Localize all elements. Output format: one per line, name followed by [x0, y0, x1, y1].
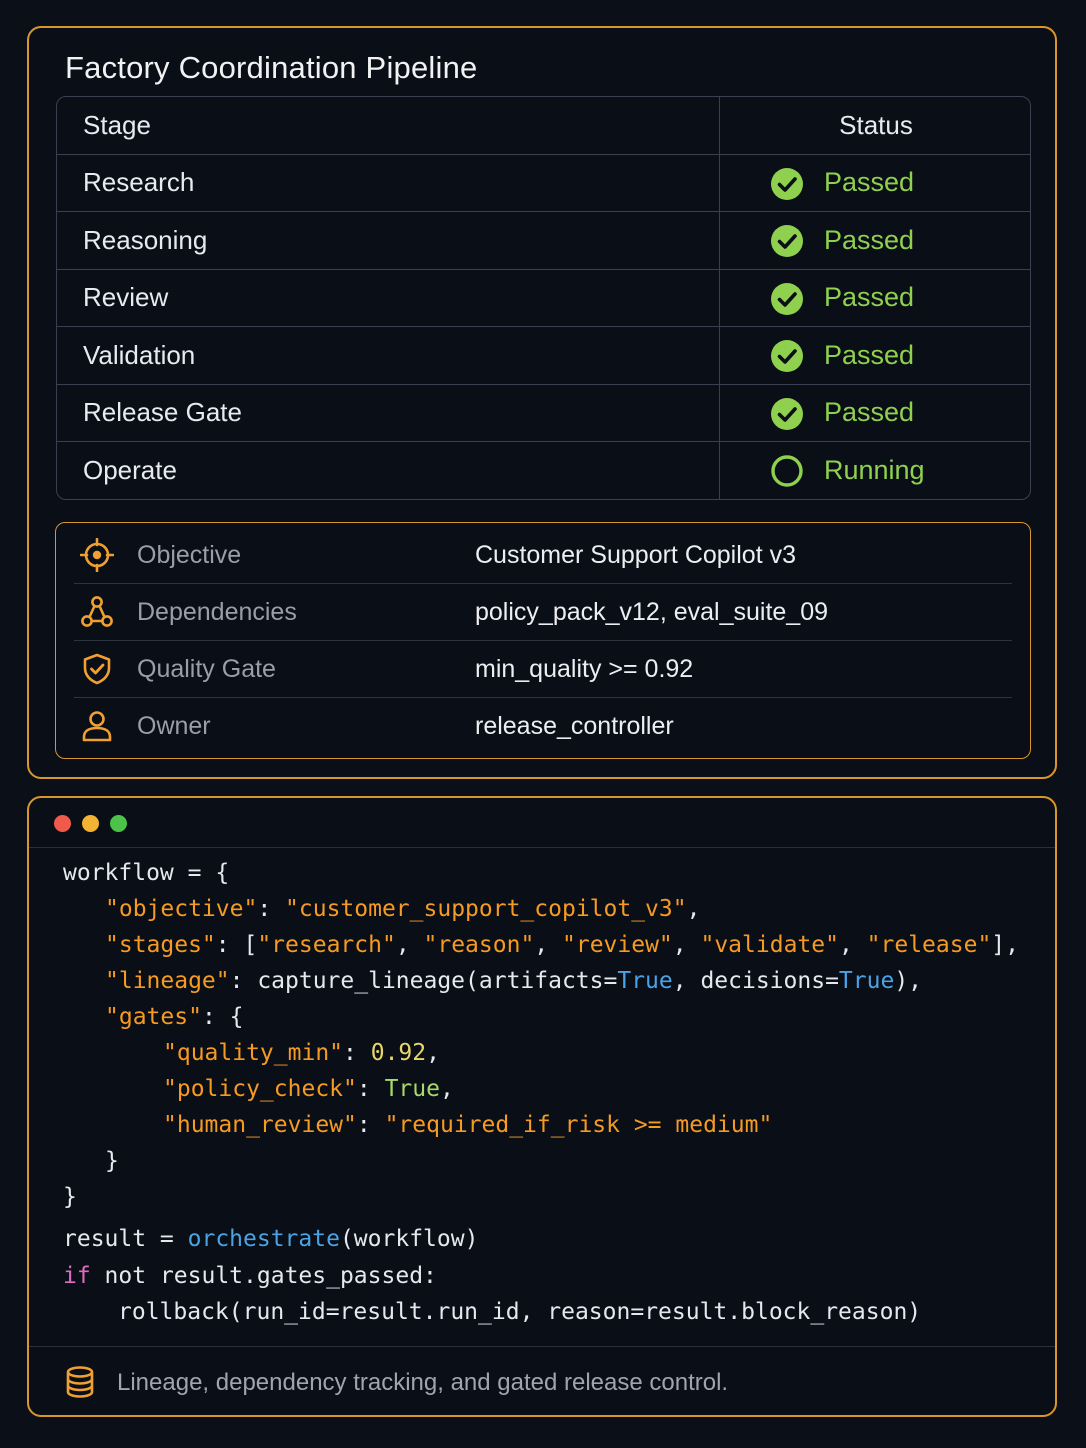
code-line: } — [63, 1184, 77, 1210]
code-line: "human_review": "required_if_risk >= med… — [163, 1112, 773, 1138]
stage-name: Release Gate — [83, 397, 242, 428]
stage-name: Review — [83, 282, 169, 313]
code-line: "quality_min": 0.92, — [163, 1040, 440, 1066]
status-badge: Passed — [824, 339, 915, 370]
check-circle-icon — [771, 282, 803, 315]
stages-table: Stage Status Research Passed Reasoning P… — [56, 96, 1031, 500]
detail-value: policy_pack_v12, eval_suite_09 — [475, 597, 829, 626]
stage-name: Research — [83, 167, 195, 198]
close-window-button[interactable] — [54, 815, 71, 832]
code-line: "stages": ["research", "reason", "review… — [105, 932, 1019, 958]
table-row[interactable]: Review Passed — [57, 269, 1030, 327]
workflow-details: Objective Customer Support Copilot v3 De… — [55, 522, 1031, 759]
stage-name: Reasoning — [83, 224, 208, 255]
detail-label: Dependencies — [137, 597, 297, 626]
database-icon — [66, 1366, 94, 1398]
target-icon — [80, 538, 114, 572]
code-line: } — [105, 1148, 119, 1174]
detail-row-objective: Objective Customer Support Copilot v3 — [74, 527, 1012, 584]
table-row[interactable]: Operate Running — [57, 442, 1030, 499]
table-row[interactable]: Validation Passed — [57, 327, 1030, 385]
status-badge: Passed — [824, 224, 915, 255]
dependencies-icon — [81, 596, 113, 627]
page-title: Factory Coordination Pipeline — [65, 50, 478, 85]
stage-name: Operate — [83, 455, 177, 486]
check-circle-icon — [771, 397, 803, 430]
code-line: "gates": { — [105, 1004, 244, 1030]
detail-label: Quality Gate — [137, 654, 276, 683]
code-line: if not result.gates_passed: — [63, 1263, 437, 1289]
detail-value: release_controller — [475, 712, 674, 740]
footer-caption: Lineage, dependency tracking, and gated … — [117, 1369, 729, 1396]
check-circle-icon — [771, 225, 803, 257]
user-icon — [82, 711, 112, 742]
table-row[interactable]: Reasoning Passed — [57, 212, 1030, 270]
check-circle-icon — [771, 167, 803, 200]
table-row[interactable]: Research Passed — [57, 154, 1030, 212]
header-stage: Stage — [83, 109, 151, 140]
window-titlebar — [29, 798, 1055, 848]
detail-row-dependencies: Dependencies policy_pack_v12, eval_suite… — [74, 584, 1012, 641]
status-badge: Passed — [824, 397, 915, 428]
code-line: "lineage": capture_lineage(artifacts=Tru… — [105, 968, 923, 994]
pipeline-card: Factory Coordination Pipeline Stage Stat… — [27, 26, 1057, 779]
detail-value: min_quality >= 0.92 — [475, 654, 694, 683]
running-circle-icon — [771, 455, 803, 487]
code-window-footer: Lineage, dependency tracking, and gated … — [29, 1346, 1055, 1415]
table-header-row: Stage Status — [57, 97, 1030, 155]
code-line: workflow = { — [63, 860, 230, 886]
maximize-window-button[interactable] — [110, 815, 127, 832]
code-line: result = orchestrate(workflow) — [63, 1226, 479, 1252]
detail-value: Customer Support Copilot v3 — [475, 540, 796, 569]
minimize-window-button[interactable] — [82, 815, 99, 832]
table-row[interactable]: Release Gate Passed — [57, 384, 1030, 442]
detail-label: Owner — [137, 712, 211, 740]
shield-check-icon — [83, 653, 111, 685]
code-window: workflow = { "objective": "customer_supp… — [27, 796, 1057, 1417]
detail-row-owner: Owner release_controller — [74, 698, 1012, 755]
code-line: "objective": "customer_support_copilot_v… — [105, 896, 701, 922]
check-circle-icon — [771, 340, 803, 372]
code-line: "policy_check": True, — [163, 1076, 454, 1102]
status-badge: Passed — [824, 167, 915, 198]
stage-name: Validation — [83, 339, 196, 370]
status-badge: Running — [824, 455, 925, 486]
status-badge: Passed — [824, 282, 915, 313]
code-line: rollback(run_id=result.run_id, reason=re… — [118, 1299, 922, 1325]
header-status: Status — [839, 109, 913, 140]
detail-row-quality-gate: Quality Gate min_quality >= 0.92 — [74, 641, 1012, 698]
detail-label: Objective — [137, 540, 242, 569]
